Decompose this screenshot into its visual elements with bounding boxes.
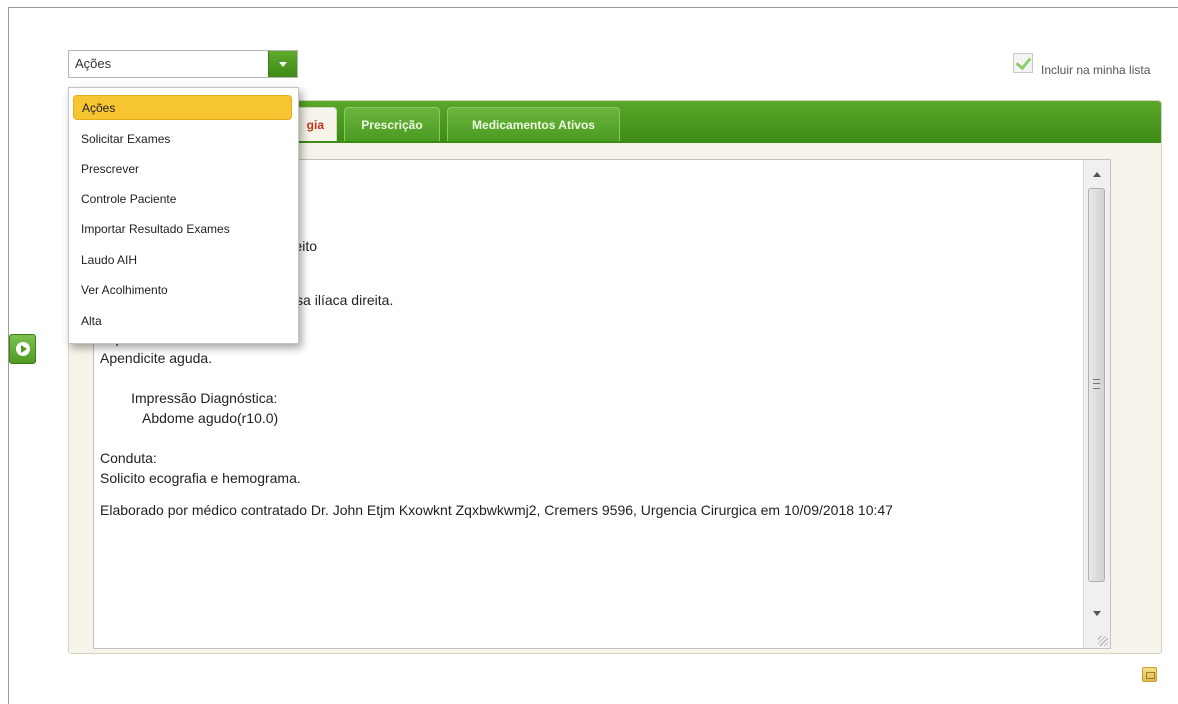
- note-line: [100, 428, 1080, 448]
- note-line: Solicito ecografia e hemograma.: [100, 470, 301, 486]
- resize-handle-icon[interactable]: [1098, 636, 1108, 646]
- include-list-label: Incluir na minha lista: [1041, 63, 1151, 77]
- tab-prescricao[interactable]: Prescrição: [344, 107, 440, 141]
- chevron-down-icon[interactable]: [268, 51, 297, 77]
- menu-item-prescrever[interactable]: Prescrever: [73, 157, 292, 182]
- actions-select-value: Ações: [75, 56, 112, 71]
- folder-icon[interactable]: [1142, 667, 1157, 682]
- note-line: [100, 488, 1080, 500]
- vertical-scrollbar[interactable]: [1083, 160, 1110, 648]
- menu-item-ver-acolhimento[interactable]: Ver Acolhimento: [73, 278, 292, 303]
- note-line: Apendicite aguda.: [100, 350, 213, 366]
- include-list-checkbox[interactable]: [1013, 53, 1033, 73]
- expand-sidebar-button[interactable]: [9, 334, 36, 364]
- menu-item-importar-resultado-exames[interactable]: Importar Resultado Exames: [73, 217, 292, 242]
- note-line: Conduta:: [100, 450, 157, 466]
- tab-medicamentos-ativos[interactable]: Medicamentos Ativos: [447, 107, 620, 141]
- note-line: Abdome agudo(r10.0): [100, 410, 279, 426]
- menu-item-solicitar-exames[interactable]: Solicitar Exames: [73, 127, 292, 152]
- menu-item-laudo-aih[interactable]: Laudo AIH: [73, 248, 292, 273]
- note-line: Elaborado por médico contratado Dr. John…: [100, 502, 893, 518]
- scroll-down-icon[interactable]: [1093, 611, 1101, 616]
- menu-item-controle-paciente[interactable]: Controle Paciente: [73, 187, 292, 212]
- scroll-up-icon[interactable]: [1093, 172, 1101, 177]
- actions-dropdown-menu: Ações Solicitar Exames Prescrever Contro…: [68, 87, 299, 344]
- note-line: Impressão Diagnóstica:: [100, 390, 278, 406]
- arrow-right-icon: [16, 342, 30, 356]
- note-line: [100, 368, 1080, 388]
- grip-icon: [1093, 379, 1100, 389]
- actions-select[interactable]: Ações: [68, 50, 298, 78]
- scroll-thumb[interactable]: [1088, 188, 1105, 582]
- menu-item-alta[interactable]: Alta: [73, 309, 292, 334]
- menu-item-acoes[interactable]: Ações: [73, 95, 292, 120]
